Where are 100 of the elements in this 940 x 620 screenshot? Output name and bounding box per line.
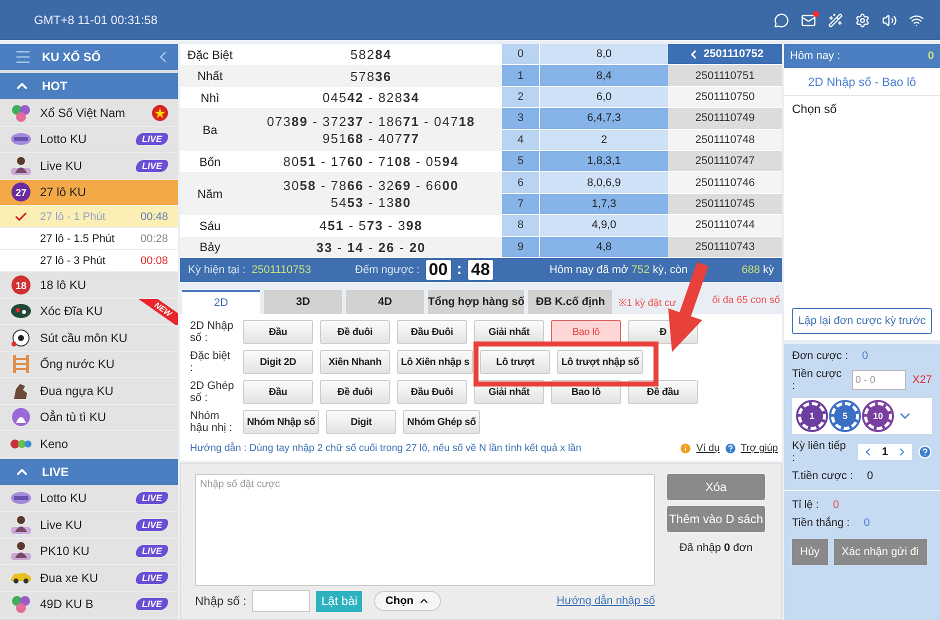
live-badge: LIVE — [136, 160, 168, 172]
sidebar-subitem[interactable]: 27 lô - 1.5 Phút 00:28 — [0, 228, 178, 250]
prize-numbers: 5453 - 1380 — [330, 194, 412, 211]
sidebar-item[interactable]: PK10 KU LIVE — [0, 538, 178, 565]
mail-icon[interactable] — [801, 12, 816, 28]
bet-type-button[interactable]: Đề đuôi — [320, 380, 390, 404]
bet-limit-note: ※1 kỳ đặt cư — [618, 297, 676, 309]
streak-label: Kỳ liên tiếp : — [792, 440, 847, 464]
period-item[interactable]: 2501110745 — [668, 194, 782, 216]
new-ribbon: NEW — [138, 298, 178, 324]
tab[interactable]: ĐB K.cố định — [528, 290, 612, 314]
sidebar-item[interactable]: Xổ Số Việt Nam — [0, 100, 178, 126]
sidebar-item[interactable]: Keno — [0, 431, 178, 458]
bet-type-button[interactable]: Lô trượt nhập số — [557, 350, 644, 374]
bet-limit-note: ối đa 65 con số — [712, 295, 780, 308]
period-item[interactable]: 2501110743 — [668, 236, 782, 258]
chip[interactable]: 10 — [864, 402, 892, 430]
sidebar-item[interactable]: 18 18 lô KU — [0, 272, 178, 298]
prize-numbers: 95168 - 40777 — [322, 130, 420, 147]
bet-numbers-field[interactable]: Nhập số đặt cược — [195, 474, 655, 586]
input-guide-link[interactable]: Hướng dẫn nhập số — [556, 595, 655, 607]
tab[interactable]: Tổng hợp hàng số — [428, 290, 524, 314]
bet-type-button[interactable]: Đầu Đuôi — [397, 320, 467, 344]
bet-type-button[interactable]: Nhóm Ghép số — [403, 410, 480, 434]
bet-type-button[interactable]: Đề đầu — [628, 380, 698, 404]
stat-label: Tỉ lệ : — [792, 499, 819, 511]
period-item[interactable]: 2501110749 — [668, 108, 782, 130]
choose-button[interactable]: Chọn — [374, 591, 441, 611]
bet-type-button[interactable]: Xiên Nhanh — [320, 350, 390, 374]
tab[interactable]: 3D — [264, 290, 342, 314]
countdown-time: 00:28 — [140, 232, 168, 244]
help-link[interactable]: Trợ giúp — [740, 443, 778, 454]
live-badge: LIVE — [136, 545, 168, 558]
sidebar-item[interactable]: Đua xe KU LIVE — [0, 565, 178, 592]
example-link[interactable]: Ví dụ — [696, 443, 720, 454]
sidebar-item[interactable]: Lotto KU LIVE — [0, 486, 178, 512]
bet-type-button[interactable]: Đầu Đuôi — [397, 380, 467, 404]
period-item[interactable]: 2501110751 — [668, 65, 782, 87]
current-period: 2501110753 — [251, 264, 312, 276]
chip[interactable]: 1 — [798, 402, 826, 430]
speaker-icon[interactable] — [882, 12, 897, 28]
sidebar-subitem[interactable]: 27 lô - 1 Phút 00:48 — [0, 206, 178, 228]
period-item[interactable]: 2501110748 — [668, 130, 782, 152]
menu-icon[interactable] — [14, 48, 32, 66]
repeat-bet-button[interactable]: Lập lại đơn cược kỳ trước — [792, 308, 932, 334]
sidebar-item[interactable]: Lotto KU LIVE — [0, 126, 178, 153]
option-group-label: 2D Ghép số : — [190, 380, 236, 404]
prize-name: Năm — [196, 186, 224, 203]
chat-icon[interactable] — [774, 12, 789, 28]
sidebar-item[interactable]: Ống nước KU — [0, 352, 178, 378]
sidebar-item[interactable]: Đua ngựa KU — [0, 378, 178, 404]
chip[interactable]: 5 — [831, 402, 859, 430]
digit-values: 8,0 — [540, 44, 668, 66]
sidebar-item[interactable]: Xóc Đĩa KU NEW — [0, 298, 178, 325]
countdown-time: 00:08 — [140, 254, 168, 266]
bet-type-button[interactable]: Digit — [326, 410, 396, 434]
digit-values: 4,8 — [540, 236, 668, 258]
section-header[interactable]: LIVE — [0, 458, 178, 484]
bet-type-button[interactable]: Lô Xiên nhập s — [397, 350, 474, 374]
bet-type-button[interactable]: Giải nhất — [474, 320, 544, 344]
period-item[interactable]: 2501110752 — [668, 44, 782, 66]
draw-summary: 688 kỳ — [742, 264, 774, 276]
stake-field[interactable]: 0 - 0 — [852, 370, 906, 390]
today-label: Hôm nay : — [790, 50, 840, 62]
countdown-minutes: 00 — [426, 260, 451, 280]
period-item[interactable]: 2501110750 — [668, 86, 782, 108]
help-icon[interactable] — [918, 445, 932, 459]
bet-type-button[interactable]: Đầu — [243, 320, 313, 344]
period-item[interactable]: 2501110747 — [668, 151, 782, 172]
bet-type-button[interactable]: Digit 2D — [243, 350, 313, 374]
sidebar-subitem[interactable]: 27 lô - 3 Phút 00:08 — [0, 250, 178, 272]
wifi-icon[interactable] — [909, 12, 924, 28]
digit-values: 4,9,0 — [540, 215, 668, 237]
prize-name: Nhất — [196, 68, 224, 86]
sidebar-item[interactable]: Sút cầu môn KU — [0, 325, 178, 352]
digit-values: 1,8,3,1 — [540, 151, 668, 172]
wand-icon[interactable] — [828, 12, 843, 28]
live-badge: LIVE — [136, 492, 168, 504]
flag-icon — [152, 104, 168, 121]
period-item[interactable]: 2501110746 — [668, 172, 782, 194]
sidebar-item[interactable]: 49D KU B LIVE — [0, 592, 178, 618]
total-stake-label: T.tiền cược : — [792, 470, 854, 482]
sidebar-item[interactable]: Live KU LIVE — [0, 512, 178, 538]
prize-numbers: 8051 - 1760 - 7108 - 0594 — [283, 153, 459, 170]
bet-type-button[interactable]: Đầu — [243, 380, 313, 404]
sidebar-item[interactable]: Oẳn tù tì KU — [0, 404, 178, 431]
number-field[interactable] — [252, 590, 310, 612]
section-header[interactable]: HOT — [0, 73, 178, 99]
tab[interactable]: 4D — [346, 290, 424, 314]
streak-stepper[interactable]: 1 — [858, 444, 912, 460]
sidebar-item[interactable]: Live KU LIVE — [0, 153, 178, 180]
settings-icon[interactable] — [855, 12, 870, 28]
tab[interactable]: 2D — [182, 290, 260, 314]
period-item[interactable]: 2501110744 — [668, 215, 782, 237]
bet-type-button[interactable]: Nhóm Nhập số — [243, 410, 320, 434]
sidebar-item[interactable]: 27 27 lô KU — [0, 180, 178, 206]
total-stake-value: 0 — [867, 470, 874, 482]
bet-type-button[interactable]: Đề đuôi — [320, 320, 390, 344]
ladder-icon — [10, 354, 32, 374]
bet-type-button[interactable]: Lô trượt — [480, 350, 550, 374]
